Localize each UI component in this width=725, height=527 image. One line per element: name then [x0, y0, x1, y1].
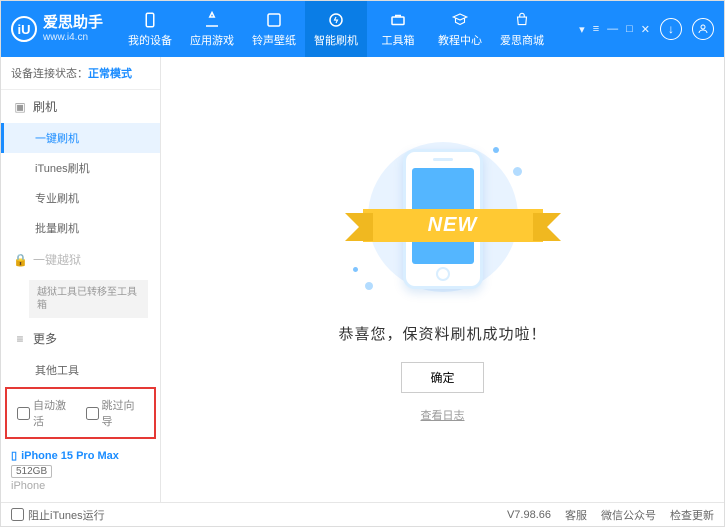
jailbreak-note: 越狱工具已转移至工具箱	[29, 280, 148, 318]
app-title: 爱思助手	[43, 15, 103, 32]
wechat-link[interactable]: 微信公众号	[601, 507, 656, 523]
sidebar-batch-flash[interactable]: 批量刷机	[1, 213, 160, 243]
group-jailbreak: 🔒一键越狱	[1, 243, 160, 276]
download-button[interactable]: ↓	[660, 18, 682, 40]
new-ribbon: NEW	[363, 209, 543, 242]
app-header: iU 爱思助手 www.i4.cn 我的设备 应用游戏 铃声壁纸 智能刷机 工具…	[1, 1, 724, 57]
success-illustration: NEW	[353, 137, 533, 307]
tutorial-icon	[451, 11, 469, 29]
apps-icon	[203, 11, 221, 29]
options-highlight: 自动激活 跳过向导	[5, 387, 156, 439]
more-icon: ≡	[13, 332, 27, 346]
version-label: V7.98.66	[507, 509, 551, 521]
wallpaper-icon	[265, 11, 283, 29]
auto-activate-checkbox[interactable]: 自动激活	[17, 397, 76, 429]
group-flash[interactable]: ▣刷机	[1, 90, 160, 123]
storage-badge: 512GB	[11, 465, 52, 478]
nav-apps-games[interactable]: 应用游戏	[181, 1, 243, 57]
window-controls: ▾ ≡ ― □ ✕	[579, 23, 650, 36]
view-log-link[interactable]: 查看日志	[421, 407, 465, 423]
sidebar-itunes-flash[interactable]: iTunes刷机	[1, 153, 160, 183]
customer-service-link[interactable]: 客服	[565, 507, 587, 523]
sidebar: 设备连接状态：正常模式 ▣刷机 一键刷机 iTunes刷机 专业刷机 批量刷机 …	[1, 57, 161, 502]
lock-icon: 🔒	[13, 253, 27, 267]
minimize-icon[interactable]: ―	[607, 23, 618, 36]
main-nav: 我的设备 应用游戏 铃声壁纸 智能刷机 工具箱 教程中心 爱思商城	[119, 1, 553, 57]
main-content: NEW 恭喜您，保资料刷机成功啦！ 确定 查看日志	[161, 57, 724, 502]
check-update-link[interactable]: 检查更新	[670, 507, 714, 523]
app-url: www.i4.cn	[43, 32, 103, 43]
footer: 阻止iTunes运行 V7.98.66 客服 微信公众号 检查更新	[1, 502, 724, 526]
nav-store[interactable]: 爱思商城	[491, 1, 553, 57]
settings-icon[interactable]: ≡	[593, 23, 599, 36]
nav-my-device[interactable]: 我的设备	[119, 1, 181, 57]
skip-guide-checkbox[interactable]: 跳过向导	[86, 397, 145, 429]
device-icon	[141, 11, 159, 29]
sidebar-other-tools[interactable]: 其他工具	[1, 355, 160, 383]
menu-icon[interactable]: ▾	[579, 23, 585, 36]
toolbox-icon	[389, 11, 407, 29]
user-button[interactable]	[692, 18, 714, 40]
device-info[interactable]: ▯iPhone 15 Pro Max 512GB iPhone	[1, 443, 160, 502]
ok-button[interactable]: 确定	[401, 362, 483, 393]
close-icon[interactable]: ✕	[641, 23, 650, 36]
nav-smart-flash[interactable]: 智能刷机	[305, 1, 367, 57]
logo-icon: iU	[11, 16, 37, 42]
nav-tutorials[interactable]: 教程中心	[429, 1, 491, 57]
sidebar-oneclick-flash[interactable]: 一键刷机	[1, 123, 160, 153]
success-message: 恭喜您，保资料刷机成功啦！	[338, 323, 546, 344]
store-icon	[513, 11, 531, 29]
nav-toolbox[interactable]: 工具箱	[367, 1, 429, 57]
sidebar-pro-flash[interactable]: 专业刷机	[1, 183, 160, 213]
maximize-icon[interactable]: □	[626, 23, 633, 36]
flash-icon	[327, 11, 345, 29]
flash-group-icon: ▣	[13, 100, 27, 114]
device-status: 设备连接状态：正常模式	[1, 57, 160, 90]
phone-icon: ▯	[11, 449, 17, 462]
block-itunes-checkbox[interactable]: 阻止iTunes运行	[11, 507, 105, 523]
logo: iU 爱思助手 www.i4.cn	[11, 15, 103, 43]
nav-ringtones[interactable]: 铃声壁纸	[243, 1, 305, 57]
group-more[interactable]: ≡更多	[1, 322, 160, 355]
